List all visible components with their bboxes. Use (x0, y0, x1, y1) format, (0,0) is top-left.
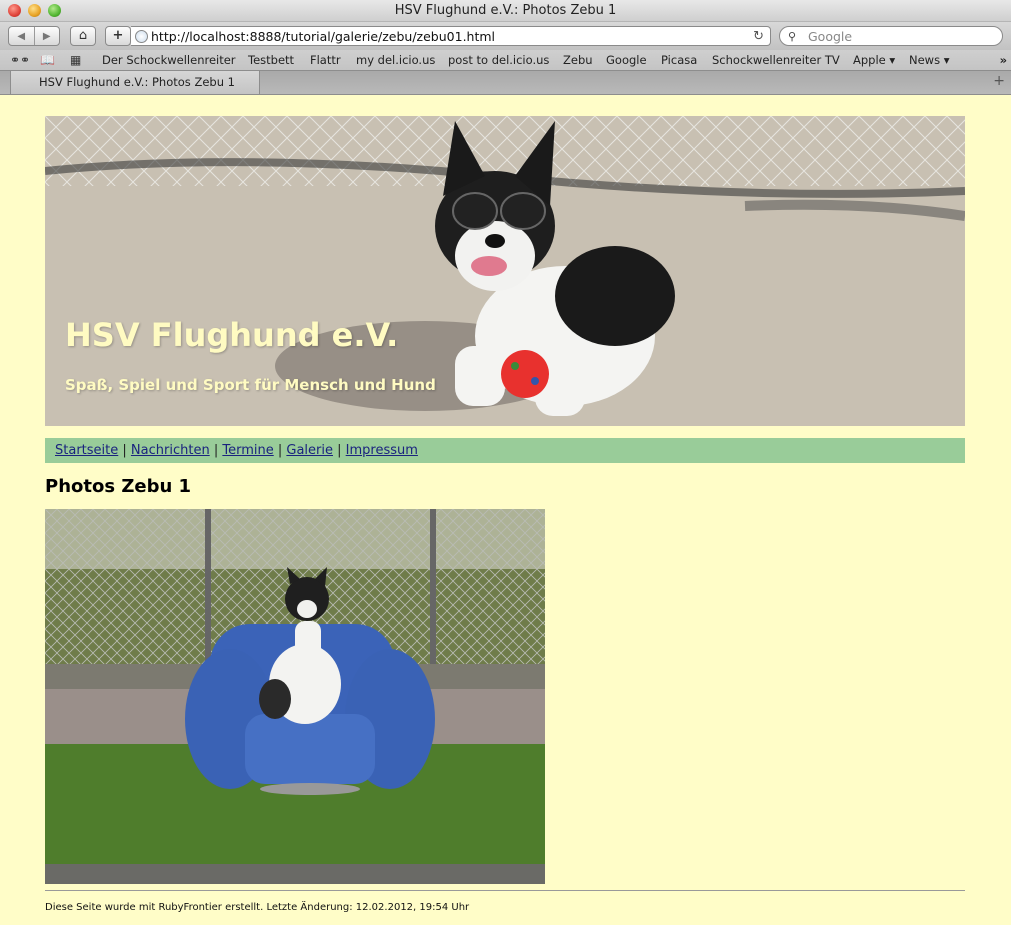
globe-icon (135, 30, 148, 43)
site-title: HSV Flughund e.V. (65, 316, 399, 354)
site-subtitle: Spaß, Spiel und Sport für Mensch und Hun… (65, 376, 436, 394)
bookmark-item[interactable]: Testbett (248, 50, 294, 70)
header-banner: HSV Flughund e.V. Spaß, Spiel und Sport … (45, 116, 965, 426)
footer-divider (45, 890, 965, 891)
home-button[interactable]: ⌂ (70, 26, 96, 46)
page-title: Photos Zebu 1 (45, 476, 192, 497)
nav-separator: | (122, 443, 127, 458)
bookmark-folder-apple[interactable]: Apple ▾ (853, 50, 895, 70)
add-bookmark-button[interactable]: + (105, 26, 131, 46)
browser-toolbar: ◀ ▶ ⌂ + http://localhost:8888/tutorial/g… (0, 22, 1011, 50)
nav-separator: | (337, 443, 342, 458)
gallery-photo (45, 509, 545, 884)
more-bookmarks-icon[interactable]: » (1000, 50, 1007, 70)
history-buttons: ◀ ▶ (8, 26, 60, 46)
bookmark-item[interactable]: post to del.icio.us (448, 50, 549, 70)
minimize-window-button[interactable] (28, 4, 41, 17)
site-navigation: Startseite | Nachrichten | Termine | Gal… (45, 438, 965, 463)
bookmark-folder-news[interactable]: News ▾ (909, 50, 950, 70)
search-placeholder: Google (808, 29, 853, 44)
reading-list-icon[interactable]: ⚭⚭ (10, 50, 30, 70)
bookmark-item[interactable]: Zebu (563, 50, 593, 70)
back-button[interactable]: ◀ (9, 27, 34, 45)
page-content: HSV Flughund e.V. Spaß, Spiel und Sport … (0, 96, 1011, 925)
bookmark-item[interactable]: my del.icio.us (356, 50, 435, 70)
tab-bar: HSV Flughund e.V.: Photos Zebu 1 + (0, 70, 1011, 95)
footer-text: Diese Seite wurde mit RubyFrontier erste… (45, 902, 470, 913)
nav-link-galerie[interactable]: Galerie (286, 443, 333, 458)
bookmark-item[interactable]: Flattr (310, 50, 341, 70)
nav-separator: | (277, 443, 283, 458)
bookmarks-bar: ⚭⚭ 📖 ▦ Der Schockwellenreiter Testbett F… (0, 50, 1011, 70)
address-bar-url: http://localhost:8888/tutorial/galerie/z… (151, 29, 496, 44)
zoom-window-button[interactable] (48, 4, 61, 17)
window-titlebar: HSV Flughund e.V.: Photos Zebu 1 (0, 0, 1011, 22)
new-tab-icon[interactable]: + (993, 73, 1005, 89)
address-bar[interactable]: http://localhost:8888/tutorial/galerie/z… (131, 26, 771, 46)
nav-link-nachrichten[interactable]: Nachrichten (131, 443, 210, 458)
bookmark-item[interactable]: Schockwellenreiter TV (712, 50, 840, 70)
search-icon: ⚲ (788, 30, 797, 43)
window-title: HSV Flughund e.V.: Photos Zebu 1 (394, 3, 617, 18)
tab-active[interactable]: HSV Flughund e.V.: Photos Zebu 1 (10, 71, 260, 94)
nav-link-impressum[interactable]: Impressum (346, 443, 418, 458)
top-sites-grid-icon[interactable]: ▦ (70, 50, 81, 70)
nav-link-termine[interactable]: Termine (222, 443, 273, 458)
tab-label: HSV Flughund e.V.: Photos Zebu 1 (39, 75, 235, 89)
dog-on-armchair-photo (45, 509, 545, 884)
nav-link-startseite[interactable]: Startseite (55, 443, 118, 458)
bookmark-item[interactable]: Der Schockwellenreiter (102, 50, 236, 70)
bookmark-item[interactable]: Picasa (661, 50, 697, 70)
search-input[interactable]: ⚲ Google (779, 26, 1003, 46)
forward-button[interactable]: ▶ (33, 27, 60, 45)
close-window-button[interactable] (8, 4, 21, 17)
nav-separator: | (213, 443, 219, 458)
reload-icon[interactable]: ↻ (753, 27, 764, 46)
bookmark-item[interactable]: Google (606, 50, 647, 70)
bookmarks-book-icon[interactable]: 📖 (40, 50, 55, 70)
